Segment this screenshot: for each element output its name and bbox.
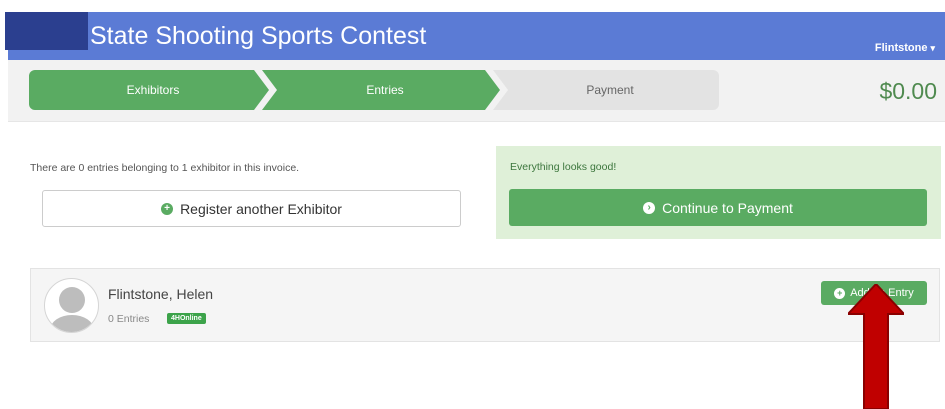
app-title: State Shooting Sports Contest: [90, 22, 427, 50]
status-message: Everything looks good!: [510, 161, 617, 173]
step-payment[interactable]: Payment: [493, 70, 719, 110]
avatar: [44, 278, 99, 333]
plus-circle-icon: +: [161, 202, 174, 215]
exhibitor-card: Flintstone, Helen 0 Entries 4HOnline + A…: [30, 268, 940, 342]
invoice-total: $0.00: [879, 78, 937, 104]
user-menu-dropdown[interactable]: Flintstone ▾: [875, 42, 935, 54]
entries-count: 0 Entries: [108, 313, 150, 325]
arrow-right-circle-icon: ›: [643, 201, 656, 214]
logo: [5, 12, 88, 50]
exhibitor-name[interactable]: Flintstone, Helen: [108, 286, 213, 302]
step-payment-label: Payment: [586, 83, 634, 97]
avatar-head: [59, 287, 85, 313]
step-exhibitors-label: Exhibitors: [126, 83, 180, 97]
red-arrow-annotation-icon: [848, 284, 904, 409]
register-exhibitor-label: Register another Exhibitor: [180, 200, 342, 217]
step-entries-label: Entries: [366, 83, 404, 97]
step-exhibitors[interactable]: Exhibitors: [29, 70, 269, 110]
register-exhibitor-button[interactable]: + Register another Exhibitor: [42, 190, 461, 227]
avatar-body: [50, 315, 94, 332]
status-panel: Everything looks good! › Continue to Pay…: [496, 146, 941, 239]
4honline-badge: 4HOnline: [167, 313, 206, 324]
continue-to-payment-label: Continue to Payment: [662, 199, 793, 216]
chevron-down-icon: ▾: [930, 43, 935, 53]
continue-to-payment-button[interactable]: › Continue to Payment: [509, 189, 927, 226]
invoice-summary-text: There are 0 entries belonging to 1 exhib…: [30, 162, 300, 174]
step-entries[interactable]: Entries: [262, 70, 500, 110]
user-name: Flintstone: [874, 42, 928, 54]
plus-circle-icon: +: [834, 287, 846, 299]
